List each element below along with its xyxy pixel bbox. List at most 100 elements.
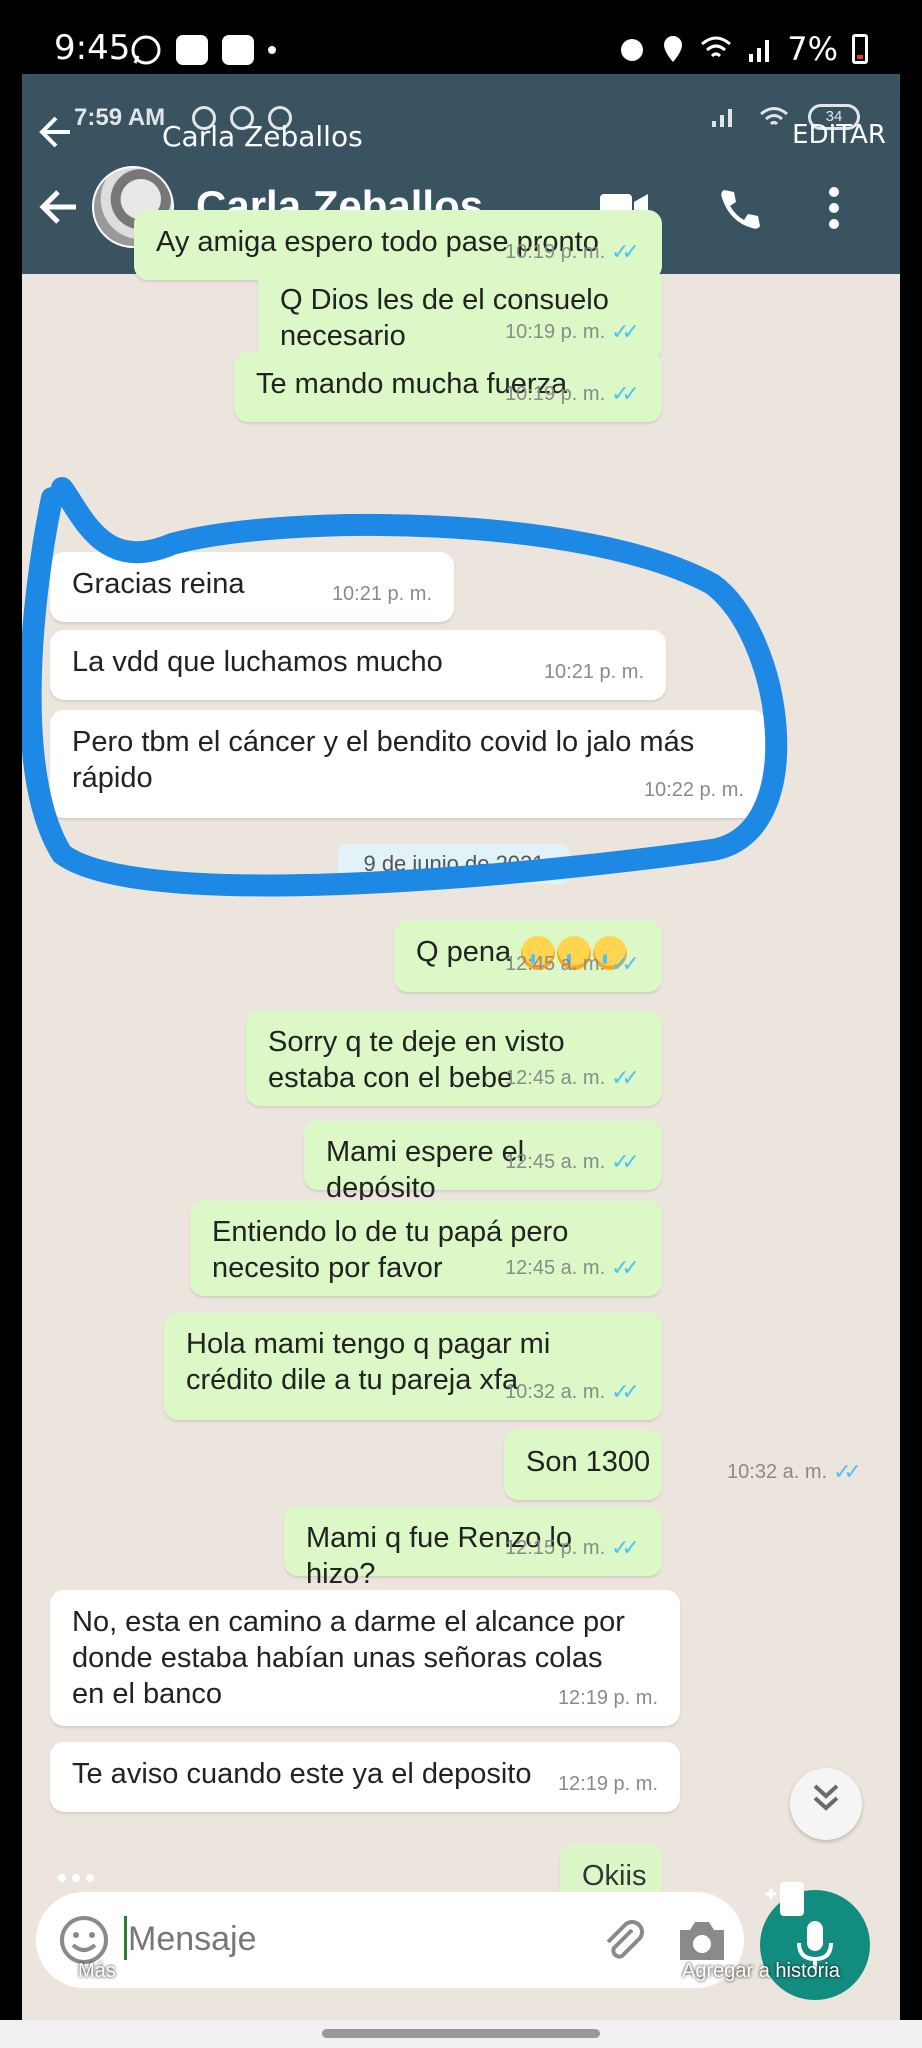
message-meta: 10:21 p. m.: [544, 654, 644, 690]
message-meta: 10:32 a. m. ✓✓: [505, 1374, 640, 1410]
date-chip: 9 de junio de 2021: [338, 844, 570, 884]
message-time: 12:45 a. m.: [505, 1067, 606, 1089]
scroll-to-bottom-button[interactable]: [790, 1768, 862, 1840]
message-bubble[interactable]: Mami espere el depósito 12:45 a. m. ✓✓: [304, 1120, 662, 1204]
message-text: Gracias reina: [72, 568, 245, 600]
message-meta: 10:22 p. m.: [644, 772, 744, 808]
double-chevron-down-icon: [813, 1784, 839, 1811]
message-text: Okiis: [582, 1860, 647, 1892]
message-meta: 12:19 p. m.: [558, 1766, 658, 1802]
more-label[interactable]: Más: [78, 1960, 116, 1983]
message-time: 12:19 p. m.: [557, 1687, 658, 1709]
back-arrow-icon[interactable]: [36, 184, 82, 230]
message-text: Q pena: [416, 936, 512, 968]
message-text: Mami espere el depósito: [326, 1136, 525, 1204]
message-bubble[interactable]: Entiendo lo de tu papá pero necesito por…: [190, 1200, 662, 1296]
message-bubble[interactable]: No, esta en camino a darme el alcance po…: [50, 1590, 680, 1726]
youtube-icon: [222, 35, 254, 65]
message-time: 10:19 p. m.: [505, 241, 606, 263]
message-meta: 12:45 a. m. ✓✓: [505, 1250, 640, 1286]
phone-status-bar: 9:45 7%: [0, 0, 922, 74]
paperclip-icon[interactable]: [596, 1914, 648, 1966]
status-notification-icons: [130, 34, 276, 66]
more-options-icon[interactable]: [826, 186, 842, 230]
message-time: 10:32 a. m.: [727, 1461, 828, 1483]
location-icon: [664, 36, 683, 62]
gallery-icon: [176, 35, 208, 65]
message-time: 10:19 p. m.: [505, 383, 606, 405]
message-text: No, esta en camino a darme el alcance po…: [72, 1606, 625, 1710]
message-meta: 12:45 a. m. ✓✓: [505, 1144, 640, 1180]
message-meta: 12:15 p. m. ✓✓: [505, 1530, 640, 1566]
message-time: 10:21 p. m.: [331, 583, 432, 605]
home-handle[interactable]: [322, 2029, 600, 2038]
more-tools-dots[interactable]: [58, 1874, 94, 1882]
message-bubble[interactable]: Te aviso cuando este ya el deposito 12:1…: [50, 1742, 680, 1812]
edit-button[interactable]: EDITAR: [792, 120, 886, 150]
message-text: La vdd que luchamos mucho: [72, 646, 443, 678]
add-to-story-label[interactable]: Agregar a historia: [682, 1960, 840, 1983]
add-story-icon[interactable]: [762, 1880, 808, 1920]
inner-status-time: 7:59 AM: [74, 104, 166, 131]
message-text: Hola mami tengo q pagar mi crédito dile …: [186, 1328, 551, 1396]
message-meta: 12:45 a. m. ✓✓: [505, 1060, 640, 1096]
message-time: 10:19 p. m.: [505, 321, 606, 343]
message-meta: 10:21 p. m.: [332, 576, 432, 612]
read-ticks-icon: ✓✓: [611, 1065, 640, 1090]
message-meta: 12:45 a. m. ✓✓: [505, 946, 640, 982]
system-nav-bar: [0, 2020, 922, 2048]
read-ticks-icon: ✓✓: [611, 1149, 640, 1174]
message-bubble[interactable]: Son 1300 10:32 a. m. ✓✓: [504, 1430, 862, 1500]
message-bubble[interactable]: Sorry q te deje en visto estaba con el b…: [246, 1010, 662, 1106]
overlay-back-arrow-icon[interactable]: [36, 112, 76, 152]
chat-screenshot: 7:59 AM 34 Carla Zeballos EDITAR Carla Z…: [22, 74, 900, 2020]
message-time: 10:32 a. m.: [505, 1381, 606, 1403]
message-bubble[interactable]: Gracias reina 10:21 p. m.: [50, 552, 454, 622]
status-time: 9:45: [54, 28, 131, 68]
more-notifications-dot: [268, 46, 276, 54]
message-input[interactable]: Mensaje: [128, 1920, 257, 1959]
status-system-icons: 7%: [617, 30, 868, 68]
read-ticks-icon: ✓✓: [611, 239, 640, 264]
message-meta: 10:19 p. m. ✓✓: [505, 314, 640, 350]
message-text: Pero tbm el cáncer y el bendito covid lo…: [72, 726, 695, 794]
message-bubble[interactable]: Mami q fue Renzo lo hizo? 12:15 p. m. ✓✓: [284, 1506, 662, 1590]
read-ticks-icon: ✓✓: [833, 1459, 862, 1484]
battery-percent: 7%: [787, 30, 838, 68]
signal-icon: [749, 40, 770, 62]
message-text: Te aviso cuando este ya el deposito: [72, 1758, 532, 1790]
message-time: 12:45 a. m.: [505, 1151, 606, 1173]
message-bubble[interactable]: Q pena 12:45 a. m. ✓✓: [394, 920, 662, 992]
phone-call-icon[interactable]: [716, 186, 760, 230]
read-ticks-icon: ✓✓: [611, 381, 640, 406]
overlay-title: Carla Zeballos: [162, 120, 363, 153]
emoji-icon[interactable]: [58, 1914, 110, 1966]
whatsapp-icon: [131, 35, 161, 65]
message-time: 10:22 p. m.: [643, 779, 744, 801]
message-bubble[interactable]: Pero tbm el cáncer y el bendito covid lo…: [50, 710, 766, 818]
text-caret: [124, 1916, 127, 1960]
message-time: 12:19 p. m.: [557, 1773, 658, 1795]
message-time: 12:15 p. m.: [505, 1537, 606, 1559]
alarm-icon: [621, 39, 644, 61]
message-bubble[interactable]: Q Dios les de el consuelo necesario 10:1…: [258, 268, 662, 360]
message-bubble[interactable]: La vdd que luchamos mucho 10:21 p. m.: [50, 630, 666, 700]
wifi-icon: [701, 36, 732, 58]
message-meta: 10:19 p. m. ✓✓: [505, 234, 640, 270]
read-ticks-icon: ✓✓: [611, 951, 640, 976]
read-ticks-icon: ✓✓: [611, 1535, 640, 1560]
message-meta: 12:19 p. m.: [558, 1680, 658, 1716]
read-ticks-icon: ✓✓: [611, 1255, 640, 1280]
message-time: 10:21 p. m.: [543, 661, 644, 683]
wifi-icon: [760, 107, 788, 126]
message-bubble[interactable]: Te mando mucha fuerza 10:19 p. m. ✓✓: [234, 352, 662, 422]
message-meta: 10:19 p. m. ✓✓: [505, 376, 640, 412]
battery-icon: [852, 34, 868, 64]
message-text: Son 1300: [526, 1446, 651, 1478]
message-time: 12:45 a. m.: [505, 953, 606, 975]
message-bubble[interactable]: Hola mami tengo q pagar mi crédito dile …: [164, 1312, 662, 1420]
read-ticks-icon: ✓✓: [611, 1379, 640, 1404]
signal-icon: [712, 109, 732, 127]
message-time: 12:45 a. m.: [505, 1257, 606, 1279]
camera-icon[interactable]: [676, 1916, 728, 1964]
